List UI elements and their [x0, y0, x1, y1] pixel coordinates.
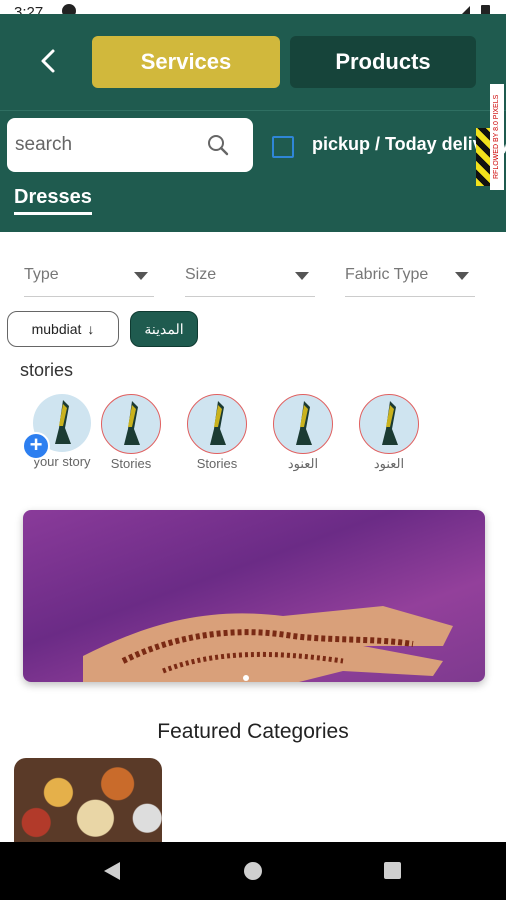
story-item[interactable]: العنود — [263, 394, 343, 472]
story-item[interactable]: Stories — [177, 394, 257, 471]
city-chip-label: المدينة — [144, 320, 184, 337]
story-avatar — [101, 394, 161, 454]
sort-chip[interactable]: mubdiat ↓ — [7, 311, 119, 347]
tab-dresses[interactable]: Dresses — [14, 186, 92, 215]
fabric-type-dropdown-label: Fabric Type — [345, 266, 429, 283]
shoe-image — [55, 400, 71, 444]
overflow-text: RFLOWED BY 8.0 PIXELS — [490, 84, 504, 190]
arrow-down-icon: ↓ — [87, 321, 95, 337]
category-card[interactable] — [14, 758, 162, 844]
nav-recents-icon[interactable] — [384, 862, 401, 879]
tab-services[interactable]: Services — [92, 36, 280, 88]
fabric-type-dropdown[interactable]: Fabric Type — [345, 256, 475, 297]
story-label: العنود — [373, 456, 405, 471]
nav-home-icon[interactable] — [244, 862, 262, 880]
app-header: Services Products search pickup / Today … — [0, 14, 506, 232]
type-dropdown[interactable]: Type — [24, 256, 154, 297]
nav-back-icon[interactable] — [104, 862, 120, 880]
system-nav-bar — [0, 842, 506, 900]
chevron-down-icon — [134, 272, 148, 280]
type-dropdown-label: Type — [24, 266, 59, 283]
city-chip[interactable]: المدينة — [130, 311, 198, 347]
pickup-checkbox[interactable] — [272, 136, 294, 158]
chevron-down-icon — [455, 272, 469, 280]
search-icon[interactable] — [207, 134, 229, 156]
story-label: Stories — [196, 456, 238, 471]
back-arrow-icon[interactable] — [36, 48, 62, 74]
promo-banner[interactable] — [23, 510, 485, 682]
search-placeholder: search — [15, 134, 73, 155]
carousel-indicator — [243, 675, 249, 681]
story-item[interactable]: العنود — [349, 394, 429, 472]
story-label: Stories — [110, 456, 152, 471]
size-dropdown-label: Size — [185, 266, 217, 283]
tab-products[interactable]: Products — [290, 36, 476, 88]
shoe-image — [296, 401, 312, 445]
story-label: العنود — [287, 456, 319, 471]
featured-categories-title: Featured Categories — [157, 720, 349, 743]
search-input[interactable]: search — [7, 118, 253, 172]
add-story-icon[interactable]: + — [22, 432, 50, 460]
header-divider — [0, 110, 506, 111]
henna-hand-image — [83, 606, 453, 682]
stories-title: stories — [20, 360, 74, 380]
sort-chip-label: mubdiat — [31, 321, 82, 337]
shoe-image — [382, 401, 398, 445]
shoe-image — [210, 401, 226, 445]
chevron-down-icon — [295, 272, 309, 280]
story-avatar — [187, 394, 247, 454]
story-avatar — [359, 394, 419, 454]
overflow-indicator: RFLOWED BY 8.0 PIXELS — [476, 84, 506, 190]
shoe-image — [124, 401, 140, 445]
size-dropdown[interactable]: Size — [185, 256, 315, 297]
story-item[interactable]: Stories — [91, 394, 171, 471]
story-avatar — [273, 394, 333, 454]
